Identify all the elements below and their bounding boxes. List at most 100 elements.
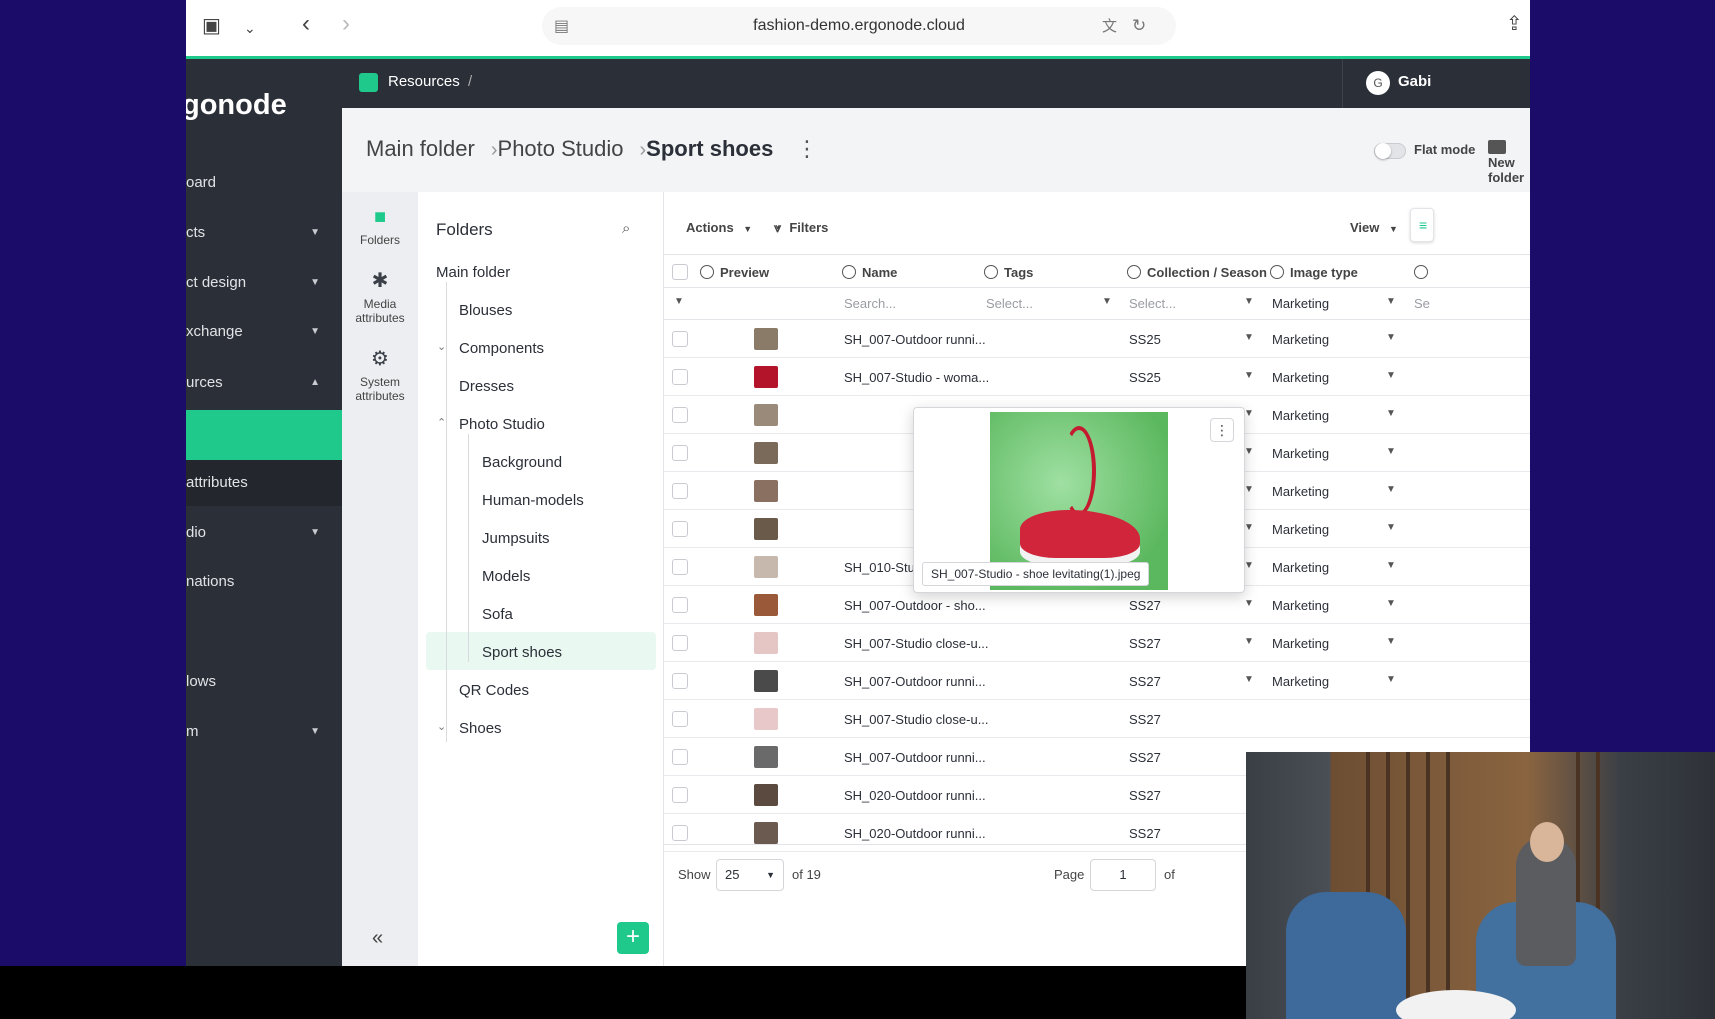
sidebar-toggle-icon[interactable]: ▣ xyxy=(202,16,221,36)
cell-season[interactable]: SS27 xyxy=(1129,712,1161,727)
cell-season[interactable]: SS27 xyxy=(1129,788,1161,803)
thumbnail[interactable] xyxy=(754,632,778,654)
filters-button[interactable]: ⩔ Filters xyxy=(774,220,828,236)
rail-system-attributes[interactable]: ⚙ System attributes xyxy=(342,346,418,403)
back-icon[interactable]: ‹ xyxy=(302,12,310,36)
tree-item[interactable]: Background xyxy=(482,454,562,471)
collection-select[interactable]: Select... xyxy=(1129,296,1176,311)
tags-select[interactable]: Select... xyxy=(986,296,1033,311)
caret-down-icon[interactable]: ▼ xyxy=(674,296,684,307)
row-checkbox[interactable] xyxy=(672,407,688,423)
tree-item[interactable]: Shoes xyxy=(459,720,502,737)
thumbnail[interactable] xyxy=(754,784,778,806)
thumbnail[interactable] xyxy=(754,480,778,502)
flat-mode-toggle[interactable] xyxy=(1374,143,1406,159)
table-view-button[interactable]: ≡ xyxy=(1410,208,1434,242)
row-checkbox[interactable] xyxy=(672,787,688,803)
tree-item[interactable]: Components xyxy=(459,340,544,357)
column-preview[interactable]: Preview xyxy=(700,265,769,280)
tree-item[interactable]: Human-models xyxy=(482,492,584,509)
thumbnail[interactable] xyxy=(754,708,778,730)
sidebar-item-products[interactable]: cts ▼ xyxy=(186,213,342,253)
column-image-type[interactable]: Image type xyxy=(1270,265,1358,280)
cell-image-type[interactable]: Marketing xyxy=(1272,370,1329,385)
row-checkbox[interactable] xyxy=(672,521,688,537)
breadcrumb-photo-studio[interactable]: Photo Studio xyxy=(498,136,624,161)
sidebar-item-studio[interactable]: dio ▼ xyxy=(186,513,342,553)
chevron-up-icon[interactable]: ⌃ xyxy=(437,416,446,429)
row-checkbox[interactable] xyxy=(672,559,688,575)
collapse-icon[interactable]: « xyxy=(372,927,383,950)
table-row[interactable]: SH_007-Studio - woma... SS25 ▼ Marketing ▼ xyxy=(664,358,1530,396)
sidebar-item-attributes[interactable]: attributes xyxy=(186,463,342,503)
row-checkbox[interactable] xyxy=(672,483,688,499)
sidebar-item-workflows[interactable]: lows xyxy=(186,662,342,702)
address-bar[interactable]: ▤ fashion-demo.ergonode.cloud 文 ↻ xyxy=(542,7,1176,45)
table-row[interactable]: SH_007-Outdoor runni... SS27 ▼ Marketing ▼ xyxy=(664,662,1530,700)
tree-item[interactable]: Models xyxy=(482,568,530,585)
more-options-icon[interactable]: ⋮ xyxy=(796,136,818,162)
view-dropdown[interactable]: View ▼ xyxy=(1350,220,1398,235)
row-checkbox[interactable] xyxy=(672,331,688,347)
reload-icon[interactable]: ↻ xyxy=(1132,16,1146,36)
row-checkbox[interactable] xyxy=(672,711,688,727)
thumbnail[interactable] xyxy=(754,594,778,616)
tree-item-selected[interactable]: Sport shoes xyxy=(482,644,562,661)
image-type-select[interactable]: Marketing xyxy=(1272,296,1329,311)
table-row[interactable]: SH_007-Studio close-u... SS27 ▼ Marketing ▼ xyxy=(664,624,1530,662)
tree-item[interactable]: Sofa xyxy=(482,606,513,623)
add-button[interactable]: + xyxy=(617,922,649,954)
rail-folders[interactable]: ■ Folders xyxy=(342,206,418,247)
table-row[interactable]: SH_007-Outdoor runni... SS25 ▼ Marketing ▼ xyxy=(664,320,1530,358)
translate-icon[interactable]: 文 xyxy=(1102,17,1117,37)
cell-season[interactable]: SS27 xyxy=(1129,674,1161,689)
thumbnail[interactable] xyxy=(754,442,778,464)
new-folder-button[interactable]: New folder xyxy=(1488,140,1530,185)
user-name[interactable]: Gabi xyxy=(1398,73,1431,90)
cell-image-type[interactable]: Marketing xyxy=(1272,560,1329,575)
select-all-checkbox[interactable] xyxy=(672,264,688,280)
cell-season[interactable]: SS27 xyxy=(1129,598,1161,613)
chevron-down-icon[interactable]: ⌄ xyxy=(437,720,446,733)
cell-image-type[interactable]: Marketing xyxy=(1272,598,1329,613)
cell-season[interactable]: SS27 xyxy=(1129,636,1161,651)
thumbnail[interactable] xyxy=(754,404,778,426)
avatar[interactable]: G xyxy=(1366,71,1390,95)
thumbnail[interactable] xyxy=(754,746,778,768)
tree-item[interactable]: Dresses xyxy=(459,378,514,395)
cell-season[interactable]: SS27 xyxy=(1129,750,1161,765)
page-input[interactable]: 1 xyxy=(1090,859,1156,891)
sidebar-item-system[interactable]: m ▼ xyxy=(186,712,342,752)
cell-image-type[interactable]: Marketing xyxy=(1272,446,1329,461)
row-checkbox[interactable] xyxy=(672,673,688,689)
actions-dropdown[interactable]: Actions ▼ xyxy=(686,220,752,235)
cell-season[interactable]: SS25 xyxy=(1129,370,1161,385)
forward-icon[interactable]: › xyxy=(342,12,350,36)
sidebar-item-product-design[interactable]: ct design ▼ xyxy=(186,263,342,303)
sidebar-item-resources[interactable]: urces ▲ xyxy=(186,363,342,403)
cell-image-type[interactable]: Marketing xyxy=(1272,522,1329,537)
thumbnail[interactable] xyxy=(754,328,778,350)
cell-image-type[interactable]: Marketing xyxy=(1272,332,1329,347)
thumbnail[interactable] xyxy=(754,822,778,844)
row-checkbox[interactable] xyxy=(672,369,688,385)
share-icon[interactable]: ⇪ xyxy=(1506,14,1523,34)
rail-media-attributes[interactable]: ✱ Media attributes xyxy=(342,268,418,325)
sidebar-item-dashboard[interactable]: oard xyxy=(186,163,342,203)
column-tags[interactable]: Tags xyxy=(984,265,1033,280)
row-checkbox[interactable] xyxy=(672,749,688,765)
sidebar-item-exchange[interactable]: xchange ▼ xyxy=(186,312,342,352)
name-search-input[interactable]: Search... xyxy=(844,296,896,311)
sidebar-item-translations[interactable]: nations xyxy=(186,562,342,602)
row-checkbox[interactable] xyxy=(672,445,688,461)
cell-image-type[interactable]: Marketing xyxy=(1272,408,1329,423)
cell-season[interactable]: SS27 xyxy=(1129,826,1161,841)
cell-image-type[interactable]: Marketing xyxy=(1272,636,1329,651)
tree-item[interactable]: Jumpsuits xyxy=(482,530,550,547)
cell-image-type[interactable]: Marketing xyxy=(1272,484,1329,499)
table-row[interactable]: SH_007-Studio close-u... SS27 xyxy=(664,700,1530,738)
tree-item[interactable]: Blouses xyxy=(459,302,512,319)
chevron-down-icon[interactable]: ⌄ xyxy=(437,340,446,353)
column-collection-season[interactable]: Collection / Season xyxy=(1127,265,1267,280)
thumbnail[interactable] xyxy=(754,366,778,388)
